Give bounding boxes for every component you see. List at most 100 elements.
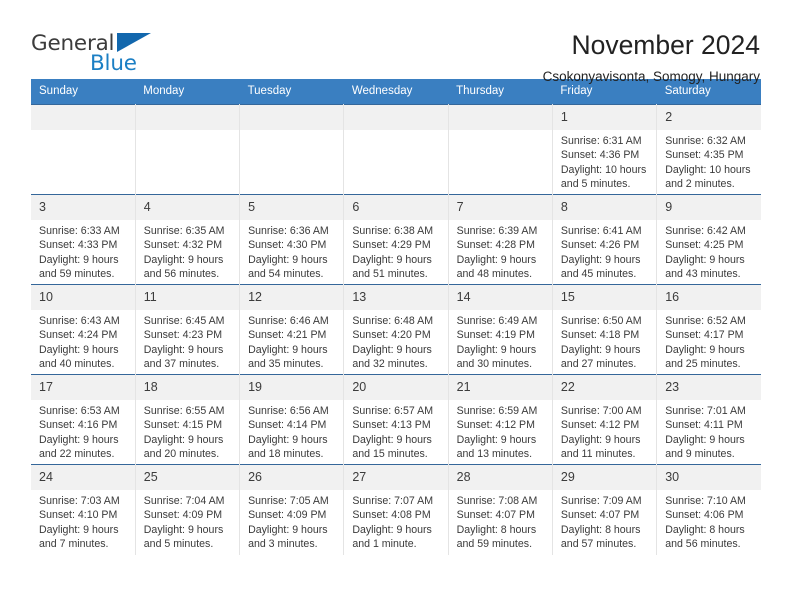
- calendar-day-cell[interactable]: 27 Sunrise: 7:07 AM Sunset: 4:08 PM Dayligh…: [343, 464, 449, 555]
- sunrise-time: Sunrise: 6:32 AM: [665, 135, 746, 147]
- calendar-day-cell[interactable]: 29 Sunrise: 7:09 AM Sunset: 4:07 PM Dayligh…: [552, 464, 658, 555]
- calendar-day-cell[interactable]: 24 Sunrise: 7:03 AM Sunset: 4:10 PM Dayligh…: [31, 464, 136, 555]
- day-number: 2: [657, 105, 761, 130]
- calendar-day-cell[interactable]: 30 Sunrise: 7:10 AM Sunset: 4:06 PM Dayligh…: [656, 464, 761, 555]
- calendar-day-cell[interactable]: 25 Sunrise: 7:04 AM Sunset: 4:09 PM Dayligh…: [135, 464, 241, 555]
- day-details: Sunrise: 6:49 AM Sunset: 4:19 PM Daylight:…: [449, 310, 552, 372]
- weekday-header-tuesday: Tuesday: [239, 79, 344, 105]
- sunset-time: Sunset: 4:21 PM: [248, 329, 327, 342]
- sunset-time: Sunset: 4:09 PM: [143, 509, 223, 522]
- sunset-time: Sunset: 4:20 PM: [352, 329, 431, 342]
- calendar-day-cell[interactable]: 21 Sunrise: 6:59 AM Sunset: 4:12 PM Dayligh…: [448, 374, 553, 465]
- day-number: 12: [240, 285, 344, 310]
- sunrise-time: Sunrise: 6:57 AM: [352, 405, 434, 417]
- sunset-time: Sunset: 4:36 PM: [560, 149, 640, 162]
- sunset-time: Sunset: 4:28 PM: [456, 239, 535, 252]
- sunset-time: Sunset: 4:30 PM: [248, 239, 327, 252]
- calendar-day-cell[interactable]: 23 Sunrise: 7:01 AM Sunset: 4:11 PM Dayligh…: [656, 374, 761, 465]
- day-number: [135, 105, 240, 130]
- calendar-day-cell[interactable]: 11 Sunrise: 6:45 AM Sunset: 4:23 PM Dayligh…: [135, 284, 241, 375]
- daylight-duration-line2: and 20 minutes.: [143, 448, 220, 461]
- sunrise-sunset-calendar-table: Sunday Monday Tuesday Wednesday Thursday…: [31, 79, 761, 555]
- day-number: 4: [135, 195, 240, 220]
- daylight-duration-line2: and 1 minute.: [352, 538, 417, 551]
- calendar-day-cell[interactable]: 9 Sunrise: 6:42 AM Sunset: 4:25 PM Daylight…: [656, 194, 761, 285]
- calendar-day-cell[interactable]: 4 Sunrise: 6:35 AM Sunset: 4:32 PM Daylight…: [135, 194, 241, 285]
- daylight-duration-line1: Daylight: 9 hours: [248, 343, 328, 356]
- sunrise-time: Sunrise: 7:03 AM: [39, 495, 120, 507]
- calendar-day-cell[interactable]: 20 Sunrise: 6:57 AM Sunset: 4:13 PM Dayligh…: [343, 374, 449, 465]
- calendar-day-cell[interactable]: 16 Sunrise: 6:52 AM Sunset: 4:17 PM Dayligh…: [656, 284, 761, 375]
- day-number: 19: [240, 375, 344, 400]
- day-details: Sunrise: 6:31 AM Sunset: 4:36 PM Daylight:…: [553, 130, 656, 192]
- day-number: 18: [135, 375, 240, 400]
- calendar-day-cell[interactable]: 18 Sunrise: 6:55 AM Sunset: 4:15 PM Dayligh…: [135, 374, 241, 465]
- calendar-day-cell[interactable]: 28 Sunrise: 7:08 AM Sunset: 4:07 PM Dayligh…: [448, 464, 553, 555]
- calendar-week-row: 17 Sunrise: 6:53 AM Sunset: 4:16 PM Dayligh…: [31, 374, 761, 465]
- day-number: 3: [31, 195, 135, 220]
- sunrise-time: Sunrise: 6:52 AM: [665, 315, 746, 327]
- day-number: 16: [657, 285, 761, 310]
- calendar-day-cell[interactable]: 5 Sunrise: 6:36 AM Sunset: 4:30 PM Daylight…: [239, 194, 345, 285]
- sunset-time: Sunset: 4:13 PM: [352, 419, 431, 432]
- day-number: 13: [344, 285, 448, 310]
- calendar-day-cell-empty: [135, 104, 241, 195]
- calendar-day-cell[interactable]: 14 Sunrise: 6:49 AM Sunset: 4:19 PM Dayligh…: [448, 284, 553, 375]
- daylight-duration-line1: Daylight: 9 hours: [39, 433, 119, 446]
- day-number: 1: [552, 105, 657, 130]
- calendar-page: General Blue November 2024 Csokonyavison…: [0, 0, 792, 612]
- daylight-duration-line1: Daylight: 8 hours: [665, 523, 745, 536]
- day-details: Sunrise: 7:05 AM Sunset: 4:09 PM Daylight:…: [240, 490, 343, 552]
- page-header: General Blue November 2024 Csokonyavison…: [31, 0, 761, 84]
- daylight-duration-line2: and 3 minutes.: [248, 538, 318, 551]
- calendar-day-cell[interactable]: 15 Sunrise: 6:50 AM Sunset: 4:18 PM Dayligh…: [552, 284, 658, 375]
- day-details: Sunrise: 7:03 AM Sunset: 4:10 PM Daylight:…: [31, 490, 135, 552]
- sunrise-time: Sunrise: 6:38 AM: [352, 225, 434, 237]
- calendar-day-cell[interactable]: 26 Sunrise: 7:05 AM Sunset: 4:09 PM Dayligh…: [239, 464, 345, 555]
- daylight-duration-line1: Daylight: 9 hours: [665, 253, 745, 266]
- calendar-week-row: 3 Sunrise: 6:33 AM Sunset: 4:33 PM Daylight…: [31, 194, 761, 285]
- day-number: 26: [240, 465, 344, 490]
- calendar-day-cell[interactable]: 19 Sunrise: 6:56 AM Sunset: 4:14 PM Dayligh…: [239, 374, 345, 465]
- day-details: Sunrise: 6:52 AM Sunset: 4:17 PM Daylight:…: [657, 310, 761, 372]
- calendar-day-cell[interactable]: 10 Sunrise: 6:43 AM Sunset: 4:24 PM Dayligh…: [31, 284, 136, 375]
- calendar-day-cell[interactable]: 8 Sunrise: 6:41 AM Sunset: 4:26 PM Daylight…: [552, 194, 658, 285]
- calendar-day-cell[interactable]: 6 Sunrise: 6:38 AM Sunset: 4:29 PM Daylight…: [343, 194, 449, 285]
- daylight-duration-line1: Daylight: 9 hours: [352, 433, 432, 446]
- sunrise-time: Sunrise: 7:05 AM: [248, 495, 329, 507]
- calendar-day-cell[interactable]: 12 Sunrise: 6:46 AM Sunset: 4:21 PM Dayligh…: [239, 284, 345, 375]
- daylight-duration-line2: and 51 minutes.: [352, 268, 428, 281]
- daylight-duration-line2: and 54 minutes.: [248, 268, 324, 281]
- calendar-day-cell[interactable]: 17 Sunrise: 6:53 AM Sunset: 4:16 PM Dayligh…: [31, 374, 136, 465]
- calendar-day-cell[interactable]: 7 Sunrise: 6:39 AM Sunset: 4:28 PM Daylight…: [448, 194, 553, 285]
- day-details: Sunrise: 7:07 AM Sunset: 4:08 PM Daylight:…: [344, 490, 447, 552]
- sunset-time: Sunset: 4:06 PM: [665, 509, 744, 522]
- sunrise-time: Sunrise: 6:41 AM: [560, 225, 642, 237]
- calendar-day-cell[interactable]: 2 Sunrise: 6:32 AM Sunset: 4:35 PM Daylight…: [656, 104, 761, 195]
- day-number: [240, 105, 344, 130]
- day-details: Sunrise: 7:10 AM Sunset: 4:06 PM Daylight:…: [657, 490, 761, 552]
- calendar-day-cell[interactable]: 3 Sunrise: 6:33 AM Sunset: 4:33 PM Daylight…: [31, 194, 136, 285]
- daylight-duration-line1: Daylight: 9 hours: [560, 343, 641, 356]
- sunset-time: Sunset: 4:29 PM: [352, 239, 431, 252]
- day-details: Sunrise: 6:32 AM Sunset: 4:35 PM Daylight:…: [657, 130, 761, 192]
- sunset-time: Sunset: 4:12 PM: [560, 419, 640, 432]
- day-details: Sunrise: 6:45 AM Sunset: 4:23 PM Daylight:…: [136, 310, 239, 372]
- calendar-day-cell-empty: [31, 104, 136, 195]
- sunrise-time: Sunrise: 6:45 AM: [143, 315, 225, 327]
- general-blue-logo[interactable]: General Blue: [31, 29, 206, 85]
- calendar-day-cell[interactable]: 1 Sunrise: 6:31 AM Sunset: 4:36 PM Daylight…: [552, 104, 658, 195]
- sunrise-time: Sunrise: 6:56 AM: [248, 405, 329, 417]
- daylight-duration-line1: Daylight: 9 hours: [143, 523, 224, 536]
- daylight-duration-line1: Daylight: 9 hours: [248, 523, 328, 536]
- daylight-duration-line2: and 15 minutes.: [352, 448, 428, 461]
- day-number: 29: [552, 465, 657, 490]
- calendar-day-cell[interactable]: 13 Sunrise: 6:48 AM Sunset: 4:20 PM Dayligh…: [343, 284, 449, 375]
- daylight-duration-line2: and 32 minutes.: [352, 358, 428, 371]
- day-details: Sunrise: 6:56 AM Sunset: 4:14 PM Daylight:…: [240, 400, 343, 462]
- sunrise-time: Sunrise: 6:50 AM: [560, 315, 642, 327]
- daylight-duration-line2: and 27 minutes.: [560, 358, 637, 371]
- calendar-body: 1 Sunrise: 6:31 AM Sunset: 4:36 PM Daylight…: [31, 104, 761, 555]
- calendar-day-cell[interactable]: 22 Sunrise: 7:00 AM Sunset: 4:12 PM Dayligh…: [552, 374, 658, 465]
- sunrise-time: Sunrise: 6:36 AM: [248, 225, 329, 237]
